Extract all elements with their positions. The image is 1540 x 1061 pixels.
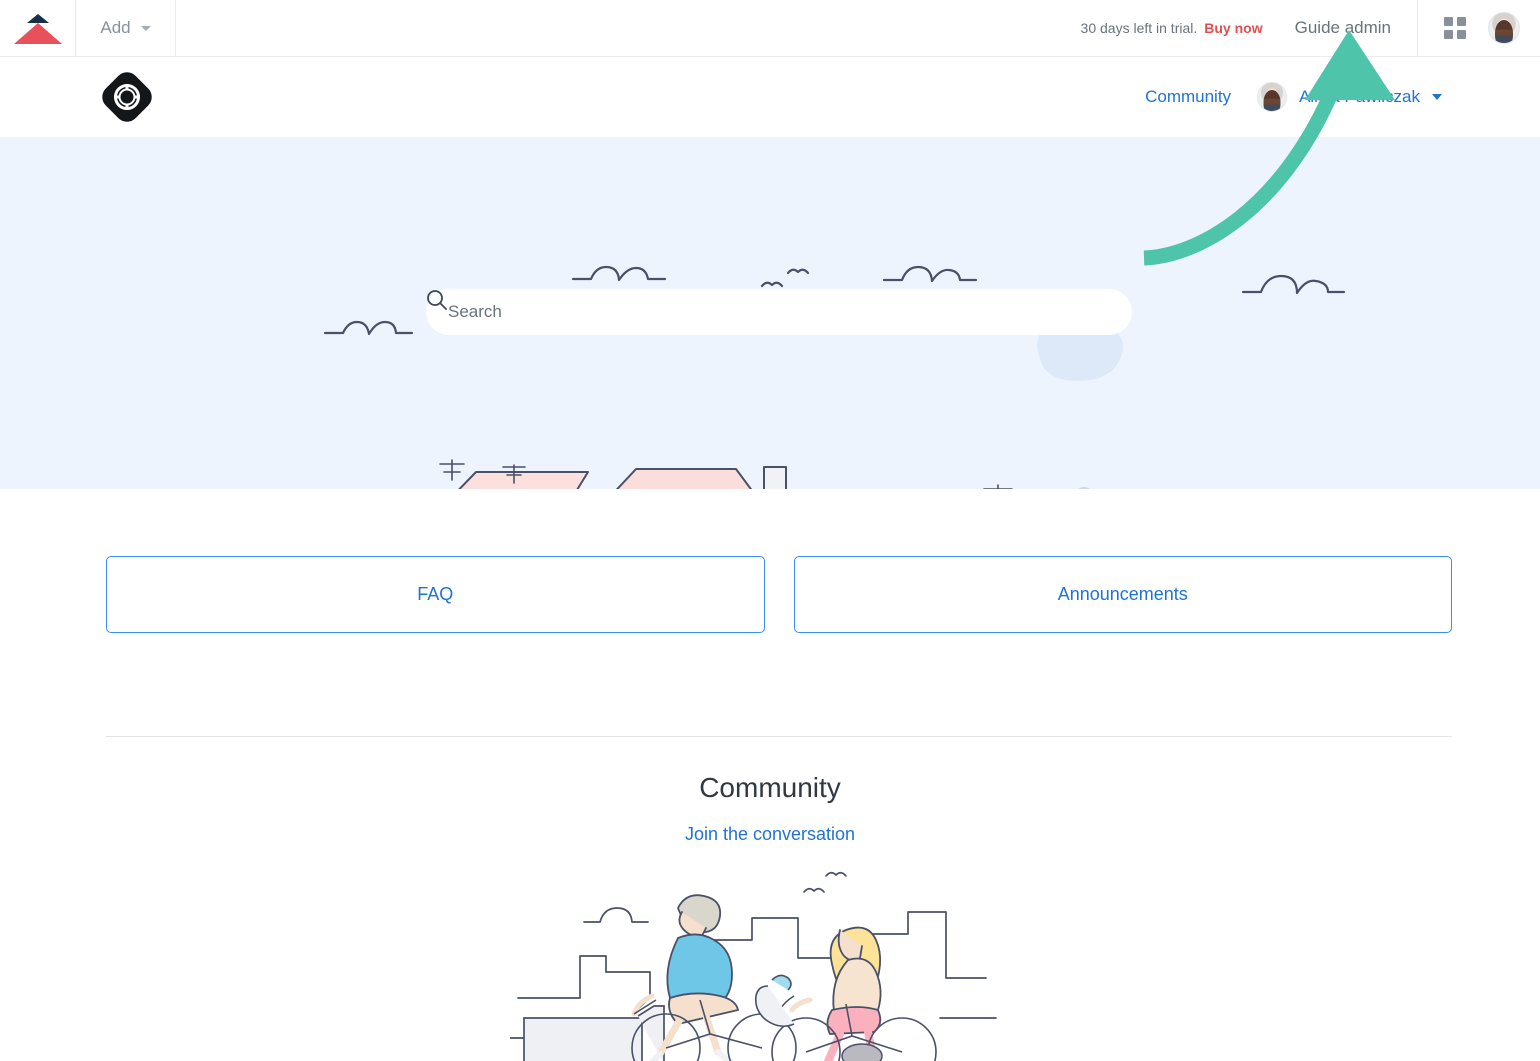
search-placeholder: Search	[448, 302, 502, 321]
section-divider	[106, 736, 1452, 737]
product-top-bar: Add 30 days left in trial. Buy now Guide…	[0, 0, 1540, 57]
community-title: Community	[699, 772, 841, 803]
category-faq-label: FAQ	[417, 584, 454, 604]
category-faq[interactable]: FAQ	[106, 556, 765, 633]
nav-item-community[interactable]: Community	[1145, 87, 1231, 107]
community-illustration	[0, 868, 1540, 1061]
help-center-nav: Community Alicja Pawliczak	[1145, 82, 1442, 112]
trial-text: 30 days left in trial.	[1080, 20, 1198, 36]
grid-apps-icon[interactable]	[1444, 17, 1466, 39]
hero-banner: Search	[0, 137, 1540, 489]
category-announcements-label: Announcements	[1057, 584, 1188, 604]
account-avatar[interactable]	[1488, 12, 1520, 44]
community-section: Community Join the conversation	[0, 772, 1540, 845]
search-icon	[427, 290, 447, 310]
category-announcements[interactable]: Announcements	[793, 556, 1452, 633]
category-blocks: FAQ Announcements	[106, 556, 1452, 633]
guide-admin-label: Guide admin	[1294, 18, 1391, 37]
join-conversation-link[interactable]: Join the conversation	[685, 824, 855, 845]
chevron-down-icon	[140, 25, 151, 31]
add-button-label: Add	[100, 18, 131, 37]
avatar	[1257, 82, 1288, 112]
add-button[interactable]: Add	[76, 0, 176, 56]
buy-now-link[interactable]: Buy now	[1204, 20, 1262, 36]
trial-status: 30 days left in trial. Buy now	[1081, 0, 1269, 56]
zendesk-logo-icon	[13, 12, 62, 44]
user-name: Alicja Pawliczak	[1299, 87, 1420, 106]
search-input[interactable]: Search	[426, 289, 1132, 335]
product-logo[interactable]	[0, 0, 76, 56]
help-center-page: Add 30 days left in trial. Buy now Guide…	[0, 0, 1540, 1061]
user-menu[interactable]: Alicja Pawliczak	[1257, 82, 1442, 112]
lifebuoy-logo-icon[interactable]	[97, 67, 157, 127]
guide-admin-link[interactable]: Guide admin	[1269, 0, 1417, 56]
chevron-down-icon	[1432, 94, 1442, 100]
help-center-header: Community Alicja Pawliczak	[0, 57, 1540, 137]
topbar-icon-group	[1417, 0, 1540, 56]
